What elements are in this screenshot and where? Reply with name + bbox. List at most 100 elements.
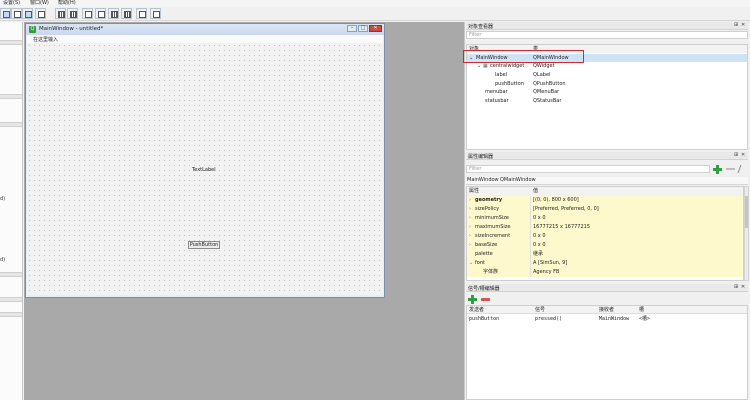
menu-window[interactable]: 窗口(W) bbox=[30, 0, 49, 7]
widget-category-bar[interactable] bbox=[0, 40, 22, 45]
connection-sender[interactable]: pushButton bbox=[469, 315, 499, 323]
object-filter-input[interactable]: Filter bbox=[466, 31, 748, 39]
expand-arrow-icon[interactable]: › bbox=[469, 232, 471, 241]
col-value-header[interactable]: 值 bbox=[533, 187, 538, 196]
tree-row-statusbar[interactable]: statusbar QStatusBar bbox=[467, 97, 747, 105]
expand-arrow-icon[interactable]: › bbox=[469, 214, 471, 223]
tree-row-class: QStatusBar bbox=[533, 98, 562, 104]
col-sender-header[interactable]: 发送者 bbox=[469, 306, 484, 314]
widget-category-bar[interactable] bbox=[0, 122, 22, 127]
column-divider bbox=[530, 223, 531, 232]
widget-category-bar[interactable] bbox=[0, 297, 22, 302]
push-button-widget[interactable]: PushButton bbox=[188, 241, 220, 249]
tree-row-menubar[interactable]: menubar QMenuBar bbox=[467, 88, 747, 96]
property-value[interactable]: 0 x 0 bbox=[533, 232, 546, 241]
scrollbar-thumb[interactable] bbox=[745, 196, 748, 228]
property-value[interactable]: [Preferred, Preferred, 0, 0] bbox=[533, 205, 599, 214]
expand-arrow-icon[interactable]: › bbox=[469, 223, 471, 232]
remove-dynamic-property-icon[interactable] bbox=[726, 168, 735, 170]
connection-signal[interactable]: pressed() bbox=[535, 315, 562, 323]
float-icon[interactable]: ⊞ bbox=[734, 152, 738, 158]
property-row[interactable]: › sizeIncrement 0 x 0 bbox=[467, 232, 743, 241]
remove-connection-icon[interactable] bbox=[481, 298, 490, 301]
property-filter-input[interactable]: Filter bbox=[466, 165, 710, 173]
property-row[interactable]: › baseSize 0 x 0 bbox=[467, 241, 743, 250]
connection-row[interactable]: pushButton pressed() MainWindow <槽> bbox=[467, 315, 747, 323]
layout-grid-icon[interactable] bbox=[108, 8, 119, 19]
form-window[interactable]: Q MainWindow - untitled* – □ ✕ 在这里输入 Tex… bbox=[25, 23, 385, 298]
close-icon[interactable]: ✕ bbox=[741, 22, 745, 28]
form-window-title: MainWindow - untitled* bbox=[39, 26, 104, 32]
tree-row-centralwidget[interactable]: ⌄ ▦ centralwidget QWidget bbox=[467, 62, 747, 70]
layout-horizontal-icon[interactable] bbox=[55, 8, 66, 19]
property-value[interactable]: 继承 bbox=[533, 250, 543, 259]
property-value[interactable]: [(0, 0), 800 x 600] bbox=[533, 196, 579, 205]
buddy-editor-icon[interactable] bbox=[22, 8, 33, 19]
expand-arrow-icon[interactable]: ⌄ bbox=[477, 62, 481, 70]
layout-form-icon[interactable] bbox=[121, 8, 132, 19]
widget-icon: ▦ bbox=[483, 63, 488, 69]
widget-category-bar[interactable] bbox=[0, 272, 22, 277]
expand-arrow-icon[interactable]: › bbox=[469, 241, 471, 250]
col-receiver-header[interactable]: 接收者 bbox=[599, 306, 614, 314]
property-value[interactable]: 0 x 0 bbox=[533, 241, 546, 250]
widget-box-dock: d) d) bbox=[0, 22, 23, 400]
property-class-name: QMainWindow bbox=[500, 177, 536, 183]
break-layout-icon[interactable] bbox=[136, 8, 147, 19]
float-icon[interactable]: ⊞ bbox=[734, 22, 738, 28]
expand-arrow-icon[interactable]: › bbox=[469, 205, 471, 214]
menu-settings[interactable]: 设置(S) bbox=[3, 0, 20, 7]
widget-category-label: d) bbox=[0, 196, 6, 202]
col-slot-header[interactable]: 槽 bbox=[639, 306, 644, 314]
add-connection-icon[interactable] bbox=[468, 295, 477, 304]
form-window-titlebar[interactable]: Q MainWindow - untitled* – □ ✕ bbox=[26, 24, 384, 35]
tree-row-label[interactable]: label QLabel bbox=[467, 71, 747, 79]
property-value[interactable]: 0 x 0 bbox=[533, 214, 546, 223]
widget-category-bar[interactable] bbox=[0, 94, 22, 99]
tab-order-editor-icon[interactable] bbox=[35, 8, 46, 19]
menu-help[interactable]: 帮助(H) bbox=[58, 0, 76, 7]
col-signal-header[interactable]: 信号 bbox=[535, 306, 545, 314]
property-value[interactable]: Agency FB bbox=[533, 268, 559, 277]
connection-slot[interactable]: <槽> bbox=[639, 315, 650, 323]
layout-splitter-v-icon[interactable] bbox=[95, 8, 106, 19]
column-divider bbox=[530, 232, 531, 241]
float-icon[interactable]: ⊞ bbox=[734, 284, 738, 290]
text-label-widget[interactable]: TextLabel bbox=[192, 167, 216, 173]
maximize-icon[interactable]: □ bbox=[358, 25, 368, 32]
property-value[interactable]: 16777215 x 16777215 bbox=[533, 223, 590, 232]
property-scrollbar[interactable] bbox=[744, 186, 749, 281]
widget-category-bar[interactable] bbox=[0, 312, 22, 317]
expand-arrow-icon[interactable]: › bbox=[469, 196, 471, 205]
close-icon[interactable]: ✕ bbox=[741, 152, 745, 158]
property-name: sizePolicy bbox=[475, 206, 500, 212]
property-row[interactable]: › sizePolicy [Preferred, Preferred, 0, 0… bbox=[467, 205, 743, 214]
property-row[interactable]: palette 继承 bbox=[467, 250, 743, 259]
widget-editor-icon[interactable] bbox=[0, 8, 11, 19]
menu-type-here[interactable]: 在这里输入 bbox=[33, 36, 58, 43]
layout-vertical-icon[interactable] bbox=[67, 8, 78, 19]
property-name: baseSize bbox=[475, 242, 498, 248]
tree-row-object: pushButton bbox=[495, 81, 524, 87]
object-inspector-title: 对象查看器 bbox=[468, 24, 494, 30]
property-row[interactable]: › geometry [(0, 0), 800 x 600] bbox=[467, 196, 743, 205]
form-canvas[interactable]: TextLabel PushButton bbox=[27, 43, 383, 295]
close-icon[interactable]: ✕ bbox=[741, 284, 745, 290]
property-row[interactable]: ⌄ font A [SimSun, 9] bbox=[467, 259, 743, 268]
connection-receiver[interactable]: MainWindow bbox=[599, 315, 629, 323]
column-divider bbox=[530, 250, 531, 259]
property-editor-title: 属性编辑器 bbox=[468, 154, 494, 160]
property-value[interactable]: A [SimSun, 9] bbox=[533, 259, 567, 268]
layout-splitter-h-icon[interactable] bbox=[82, 8, 93, 19]
minimize-icon[interactable]: – bbox=[347, 25, 357, 32]
property-row[interactable]: › maximumSize 16777215 x 16777215 bbox=[467, 223, 743, 232]
col-property-header[interactable]: 属性 bbox=[469, 187, 479, 196]
tree-row-pushbutton[interactable]: pushButton QPushButton bbox=[467, 80, 747, 88]
close-icon[interactable]: ✕ bbox=[369, 25, 382, 32]
signal-slot-editor-icon[interactable] bbox=[11, 8, 22, 19]
adjust-size-icon[interactable] bbox=[150, 8, 161, 19]
expand-arrow-icon[interactable]: ⌄ bbox=[469, 259, 473, 268]
property-row[interactable]: 字体族 Agency FB bbox=[467, 268, 743, 277]
add-dynamic-property-icon[interactable] bbox=[713, 165, 722, 174]
property-row[interactable]: › minimumSize 0 x 0 bbox=[467, 214, 743, 223]
